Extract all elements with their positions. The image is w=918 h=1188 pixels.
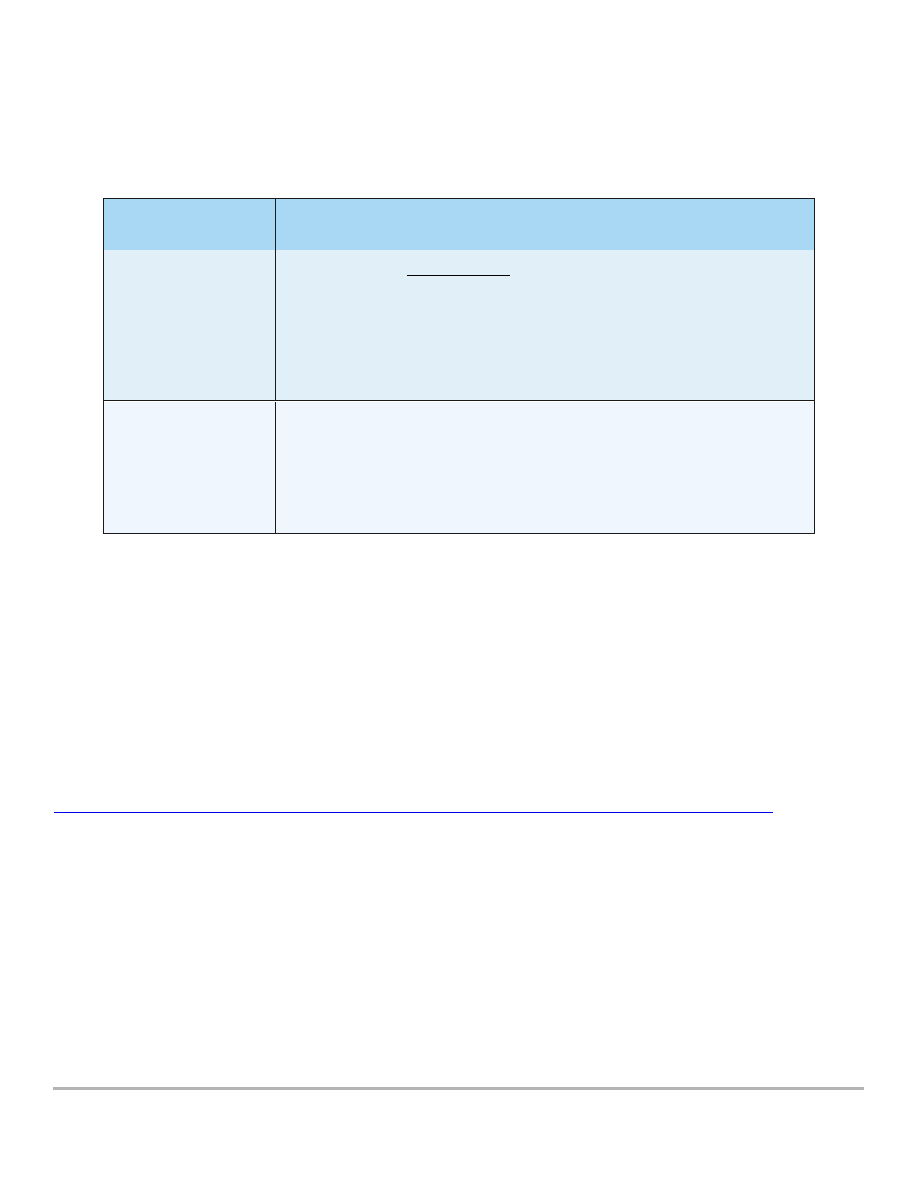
table-cell-row2-col2 bbox=[276, 402, 814, 533]
column-divider bbox=[275, 250, 276, 400]
table-header-row bbox=[104, 199, 814, 250]
hyperlink[interactable] bbox=[54, 812, 773, 813]
table-header-cell-2 bbox=[276, 199, 814, 250]
info-table bbox=[103, 198, 815, 534]
table-row bbox=[104, 250, 814, 401]
table-row bbox=[104, 402, 814, 533]
table-cell-row1-col1 bbox=[104, 250, 275, 400]
table-cell-row2-col1 bbox=[104, 402, 275, 533]
table-header-cell-1 bbox=[104, 199, 275, 250]
underlined-text-mark bbox=[407, 275, 510, 276]
column-divider bbox=[275, 199, 276, 250]
column-divider bbox=[275, 402, 276, 533]
table-cell-row1-col2 bbox=[276, 250, 814, 400]
footer-divider bbox=[53, 1087, 864, 1090]
